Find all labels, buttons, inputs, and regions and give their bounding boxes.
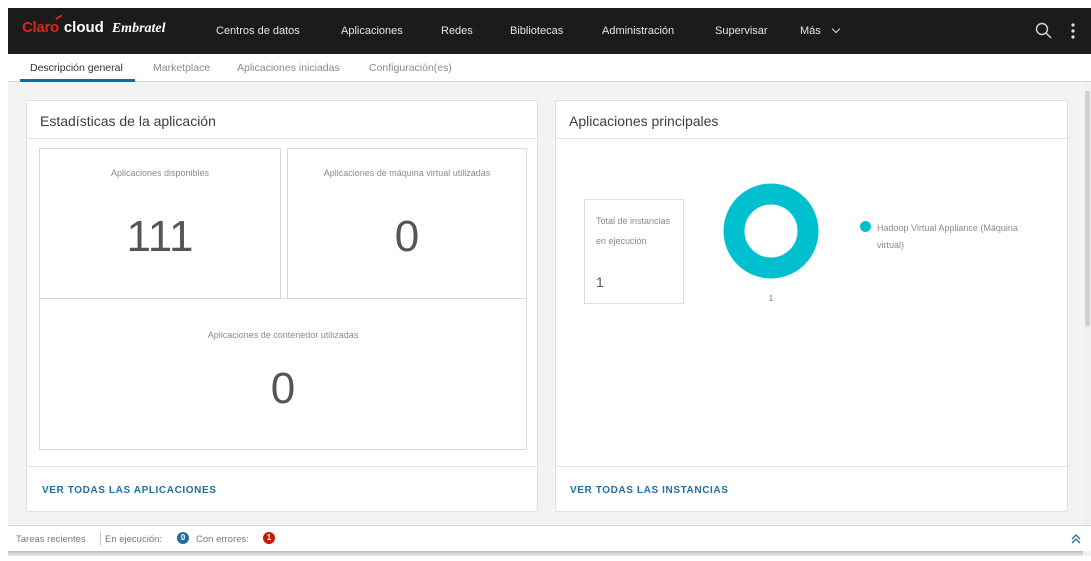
nav-mas-label: Más xyxy=(800,25,821,37)
nav-bibliotecas[interactable]: Bibliotecas xyxy=(510,8,563,54)
donut-slice-label: 1 xyxy=(769,294,774,303)
scrollbar-thumb[interactable] xyxy=(1085,91,1090,326)
nav-centros-de-datos[interactable]: Centros de datos xyxy=(216,8,300,54)
tab-descripcion-general[interactable]: Descripción general xyxy=(30,62,123,74)
recent-tasks-label[interactable]: Tareas recientes xyxy=(16,534,86,545)
running-label[interactable]: En ejecución: xyxy=(105,534,162,545)
active-tab-indicator xyxy=(20,79,135,82)
card-divider xyxy=(27,138,537,139)
donut-slice[interactable] xyxy=(723,183,819,279)
window-shadow xyxy=(8,551,1083,556)
divider xyxy=(100,532,101,546)
brand-logo[interactable]: Claro cloud Embratel xyxy=(22,19,166,43)
top-apps-title: Aplicaciones principales xyxy=(569,113,719,129)
card-divider xyxy=(556,466,1067,467)
nav-redes[interactable]: Redes xyxy=(441,8,473,54)
legend-item-label[interactable]: Hadoop Virtual Appliance (Máquina virtua… xyxy=(877,220,1045,254)
search-icon[interactable] xyxy=(1035,22,1052,39)
card-divider xyxy=(27,466,537,467)
card-divider xyxy=(556,138,1067,139)
nav-mas[interactable]: Más xyxy=(800,8,841,54)
tab-bar: Descripción general Marketplace Aplicaci… xyxy=(8,54,1091,82)
stat-label: Aplicaciones disponibles xyxy=(110,168,210,178)
app-window: Claro cloud Embratel Centros de datos Ap… xyxy=(8,8,1091,556)
nav-supervisar[interactable]: Supervisar xyxy=(715,8,768,54)
total-value: 1 xyxy=(596,274,604,290)
logo-embratel: Embratel xyxy=(111,21,166,36)
stat-apps-available: Aplicaciones disponibles 111 xyxy=(39,148,281,299)
errors-count-badge[interactable]: 1 xyxy=(263,532,275,544)
stat-container-apps-used: Aplicaciones de contenedor utilizadas 0 xyxy=(39,298,527,450)
top-apps-card: Aplicaciones principales Total de instan… xyxy=(555,100,1068,512)
app-stats-title: Estadísticas de la aplicación xyxy=(40,113,216,129)
chevron-down-icon xyxy=(831,24,841,34)
app-stats-card: Estadísticas de la aplicación Aplicacion… xyxy=(26,100,538,512)
chevron-double-up-icon[interactable] xyxy=(1071,533,1081,545)
stat-value: 111 xyxy=(126,212,194,261)
total-label: Total de instancias en ejecución xyxy=(596,216,671,246)
legend-color-swatch xyxy=(860,221,871,232)
recent-tasks-bar: Tareas recientes En ejecución: 0 Con err… xyxy=(8,525,1091,551)
total-running-instances: Total de instancias en ejecución 1 xyxy=(584,199,684,304)
logo-cloud: cloud xyxy=(63,19,104,36)
stat-value: 0 xyxy=(394,212,420,261)
nav-aplicaciones[interactable]: Aplicaciones xyxy=(341,8,403,54)
stat-value: 0 xyxy=(270,364,296,413)
tab-configuraciones[interactable]: Configuración(es) xyxy=(369,62,452,74)
stat-label: Aplicaciones de máquina virtual utilizad… xyxy=(323,168,491,178)
tab-marketplace[interactable]: Marketplace xyxy=(153,62,210,74)
kebab-icon[interactable] xyxy=(1070,22,1076,40)
view-all-apps-link[interactable]: VER TODAS LAS APLICACIONES xyxy=(42,485,217,496)
donut-chart[interactable]: 1 xyxy=(716,173,826,303)
page-scrollbar[interactable] xyxy=(1084,83,1091,525)
nav-administracion[interactable]: Administración xyxy=(602,8,674,54)
stat-label: Aplicaciones de contenedor utilizadas xyxy=(207,330,359,340)
logo-claro: Claro xyxy=(22,19,59,36)
running-count-badge[interactable]: 0 xyxy=(177,532,189,544)
errors-label[interactable]: Con errores: xyxy=(196,534,249,545)
view-all-instances-link[interactable]: VER TODAS LAS INSTANCIAS xyxy=(570,485,729,496)
stat-vm-apps-used: Aplicaciones de máquina virtual utilizad… xyxy=(287,148,527,299)
tab-aplicaciones-iniciadas[interactable]: Aplicaciones iniciadas xyxy=(237,62,340,74)
top-header: Claro cloud Embratel Centros de datos Ap… xyxy=(8,8,1091,54)
